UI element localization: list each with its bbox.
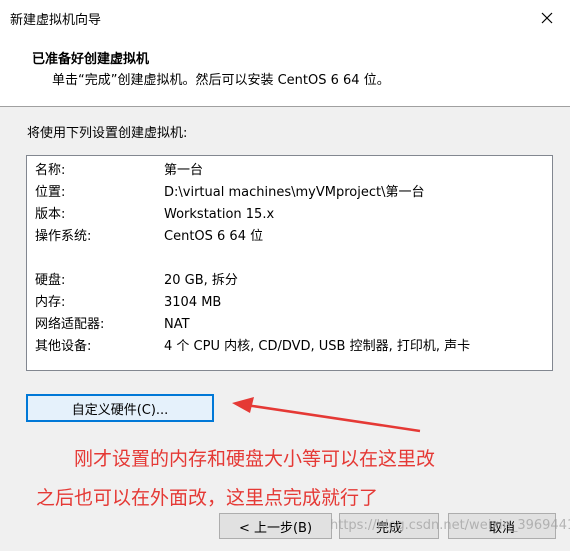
summary-key: 网络适配器: [35, 317, 105, 332]
summary-key: 操作系统: [35, 229, 92, 244]
summary-value: D:\virtual machines\myVMproject\第一台 [164, 185, 425, 200]
page-title: 已准备好创建虚拟机 [32, 52, 150, 67]
summary-value: 20 GB, 拆分 [164, 273, 238, 288]
close-button[interactable] [524, 0, 570, 36]
summary-value: 第一台 [164, 163, 204, 178]
summary-key: 位置: [35, 185, 66, 200]
summary-value: CentOS 6 64 位 [164, 229, 264, 244]
summary-value: 4 个 CPU 内核, CD/DVD, USB 控制器, 打印机, 声卡 [164, 339, 471, 354]
summary-value: 3104 MB [164, 295, 222, 310]
settings-summary-box: 名称: 第一台 位置: D:\virtual machines\myVMproj… [26, 155, 553, 371]
annotation-text-line2: 之后也可以在外面改，这里点完成就行了 [36, 487, 379, 509]
summary-key: 硬盘: [35, 273, 66, 288]
watermark: https://blog.csdn.net/weixin_39694417 [330, 518, 570, 533]
customize-hardware-button[interactable]: 自定义硬件(C)... [26, 394, 214, 422]
summary-key: 其他设备: [35, 339, 92, 354]
close-icon [541, 12, 553, 24]
window-title: 新建虚拟机向导 [10, 13, 102, 28]
summary-key: 版本: [35, 207, 66, 222]
page-subtitle: 单击“完成”创建虚拟机。然后可以安装 CentOS 6 64 位。 [52, 73, 390, 88]
summary-value: NAT [164, 317, 190, 332]
summary-label: 将使用下列设置创建虚拟机: [27, 126, 188, 141]
wizard-header: 已准备好创建虚拟机 单击“完成”创建虚拟机。然后可以安装 CentOS 6 64… [0, 36, 570, 107]
back-button[interactable]: < 上一步(B) [219, 513, 332, 539]
annotation-arrow-icon [232, 397, 421, 433]
title-bar: 新建虚拟机向导 [0, 0, 570, 36]
summary-key: 名称: [35, 163, 66, 178]
summary-key: 内存: [35, 295, 66, 310]
annotation-text-line1: 刚才设置的内存和硬盘大小等可以在这里改 [74, 448, 436, 470]
summary-value: Workstation 15.x [164, 207, 275, 222]
